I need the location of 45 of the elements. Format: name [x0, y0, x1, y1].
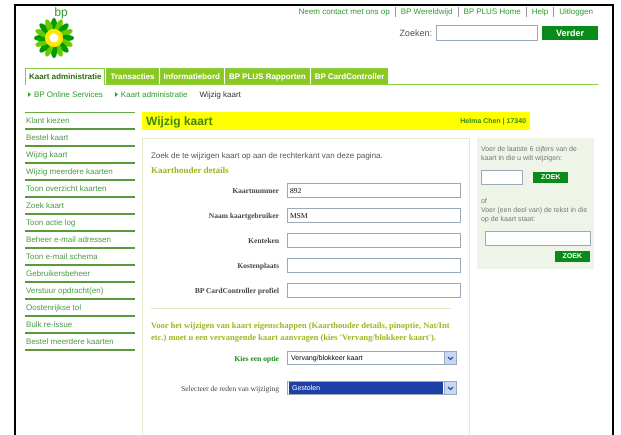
sidebar-item[interactable]: Toon overzicht kaarten [25, 181, 135, 198]
input-field[interactable] [287, 283, 461, 298]
bullet-icon [28, 92, 31, 97]
sidebar-item[interactable]: Wijzig meerdere kaarten [25, 164, 135, 181]
nav-tab[interactable]: Informatiebord [160, 68, 224, 84]
card-digits-field[interactable] [481, 170, 523, 185]
nav-tab[interactable]: BP PLUS Rapporten [224, 68, 310, 84]
sidebar-item[interactable]: Klant kiezen [25, 113, 135, 130]
breadcrumb-link[interactable]: Kaart administratie [120, 90, 188, 99]
top-link[interactable]: BP PLUS Home [458, 7, 526, 17]
logo-icon [34, 18, 74, 58]
search-field[interactable] [436, 25, 538, 41]
sidebar-item[interactable]: Toon actie log [25, 215, 135, 232]
search-label: Zoeken: [399, 28, 432, 38]
sidebar-item[interactable]: Zoek kaart [25, 198, 135, 215]
logo-text: bp [54, 6, 68, 18]
top-link[interactable]: BP Wereldwijd [394, 7, 458, 17]
section-title: Kaarthouder details [151, 165, 230, 175]
top-link[interactable]: Help [526, 7, 554, 17]
nav-tab[interactable]: Transacties [106, 68, 158, 84]
nav-tab[interactable]: BP CardController [310, 68, 388, 84]
breadcrumb-link[interactable]: BP Online Services [34, 90, 103, 99]
input-field[interactable] [287, 233, 461, 248]
sidebar-item[interactable]: Oostenrijkse tol [25, 300, 135, 317]
caret-icon [444, 352, 456, 364]
breadcrumb-current: Wijzig kaart [199, 90, 241, 99]
sidebar-item[interactable]: Bestel kaart [25, 130, 135, 147]
top-link[interactable]: Uitloggen [553, 7, 598, 17]
sidebar-item[interactable]: Verstuur opdracht(en) [25, 283, 135, 300]
notice-text: Voor het wijzigen van kaart eigenschappen (Kaarthouder details, pinoptie, Nat/Int etc.) moet u een vervangende kaart aanvragen (kies 'Vervang/blokkeer kaart'). [151, 319, 451, 343]
card-text-field[interactable] [485, 231, 591, 246]
search-button[interactable]: Verder [542, 26, 598, 40]
sidebar-item[interactable]: Bulk re-issue [25, 317, 135, 334]
sidebar-item[interactable]: Beheer e-mail adressen [25, 232, 135, 249]
nav-tab[interactable]: Kaart administratie [25, 68, 106, 85]
intro-text: Zoek de te wijzigen kaart op aan de rechterkant van deze pagina. [151, 151, 384, 160]
sidebar-item[interactable]: Toon e-mail schema [25, 249, 135, 266]
page-title: Wijzig kaart [146, 114, 213, 128]
sidebar-item[interactable]: Gebruikersbeheer [25, 266, 135, 283]
top-link[interactable]: Neem contact met ons op [294, 7, 395, 17]
sidebar-item[interactable]: Bestel meerdere kaarten [25, 334, 135, 351]
caret-icon [444, 382, 456, 394]
input-field[interactable] [287, 258, 461, 273]
bullet-icon [114, 92, 118, 97]
sidebar-item[interactable]: Wijzig kaart [25, 147, 135, 164]
